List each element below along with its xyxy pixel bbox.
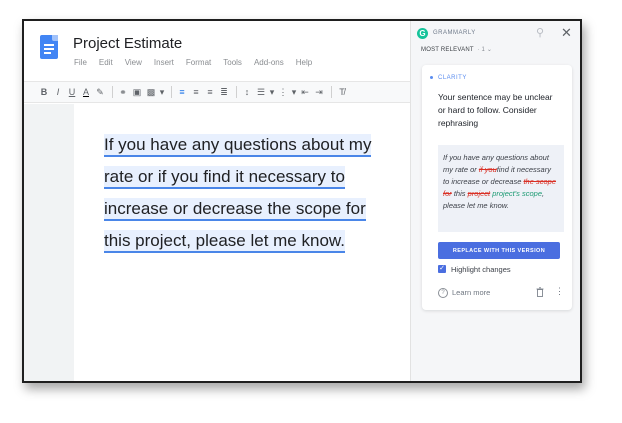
grammarly-brand: GRAMMARLY bbox=[433, 30, 476, 36]
menu-edit[interactable]: Edit bbox=[99, 58, 113, 67]
sort-dropdown[interactable]: MOST RELEVANT · 1 ⌄ bbox=[421, 46, 492, 53]
align-right-icon[interactable]: ≡ bbox=[204, 85, 216, 99]
body-line[interactable]: If you have any questions about my bbox=[104, 134, 372, 157]
image-icon[interactable]: ▩ bbox=[145, 85, 157, 99]
menu-file[interactable]: File bbox=[74, 58, 87, 67]
bullets-icon[interactable]: ⋮ bbox=[277, 85, 289, 99]
toolbar-divider bbox=[171, 86, 172, 98]
menu-insert[interactable]: Insert bbox=[154, 58, 174, 67]
toolbar-divider bbox=[331, 86, 332, 98]
deleted-text: if you bbox=[478, 165, 497, 174]
highlighter-icon[interactable]: ✎ bbox=[94, 85, 106, 99]
highlight-changes-checkbox[interactable]: ✓ bbox=[438, 265, 446, 273]
grammarly-panel: G GRAMMARLY ⚲ ✕ MOST RELEVANT · 1 ⌄ CLAR… bbox=[411, 21, 580, 381]
highlight-changes-label[interactable]: Highlight changes bbox=[451, 265, 511, 274]
toolbar-divider bbox=[236, 86, 237, 98]
text-color-button[interactable]: A bbox=[80, 85, 92, 99]
comment-icon[interactable]: ▣ bbox=[131, 85, 143, 99]
card-footer: ? Learn more ⋮ bbox=[438, 287, 564, 301]
justify-icon[interactable]: ≣ bbox=[218, 85, 230, 99]
document-left-margin bbox=[24, 104, 74, 381]
menu-format[interactable]: Format bbox=[186, 58, 211, 67]
grammarly-logo-icon: G bbox=[417, 28, 428, 39]
align-center-icon[interactable]: ≡ bbox=[190, 85, 202, 99]
help-icon[interactable]: ? bbox=[438, 288, 448, 298]
toolbar-divider bbox=[112, 86, 113, 98]
clear-formatting-icon[interactable]: T̸ bbox=[336, 85, 348, 99]
inserted-text: project's scope bbox=[492, 189, 543, 198]
indent-increase-icon[interactable]: ⇥ bbox=[313, 85, 325, 99]
formatting-toolbar: B I U A ✎ ⚭ ▣ ▩ ▾ ≡ ≡ ≡ ≣ ↕ ☰ ▾ ⋮ ▾ ⇤ ⇥ … bbox=[24, 81, 410, 103]
menu-add-ons[interactable]: Add-ons bbox=[254, 58, 284, 67]
line-spacing-icon[interactable]: ↕ bbox=[241, 85, 253, 99]
app-window: Project Estimate File Edit View Insert F… bbox=[22, 19, 582, 383]
suggested-rewrite: If you have any questions about my rate … bbox=[438, 145, 564, 232]
body-line[interactable]: rate or if you find it necessary to bbox=[104, 166, 345, 189]
link-icon[interactable]: ⚭ bbox=[117, 85, 129, 99]
body-line[interactable]: this project, please let me know. bbox=[104, 230, 345, 253]
sort-count: 1 bbox=[481, 47, 485, 53]
more-options-icon[interactable]: ⋮ bbox=[555, 287, 564, 296]
trash-icon[interactable] bbox=[536, 287, 544, 297]
replace-with-version-button[interactable]: REPLACE WITH THIS VERSION bbox=[438, 242, 560, 259]
image-dropdown-icon[interactable]: ▾ bbox=[159, 85, 165, 99]
suggestion-message: Your sentence may be unclear or hard to … bbox=[438, 92, 553, 128]
bold-button[interactable]: B bbox=[38, 85, 50, 99]
checklist-icon[interactable]: ☰ bbox=[255, 85, 267, 99]
close-icon[interactable]: ✕ bbox=[561, 25, 572, 41]
body-line[interactable]: increase or decrease the scope for bbox=[104, 198, 366, 221]
align-left-icon[interactable]: ≡ bbox=[176, 85, 188, 99]
suggestion-card[interactable]: CLARITY Your sentence may be unclear or … bbox=[422, 65, 572, 310]
google-docs-logo-icon[interactable] bbox=[40, 35, 58, 59]
category-dot-icon bbox=[430, 75, 433, 79]
menu-bar: File Edit View Insert Format Tools Add-o… bbox=[74, 58, 312, 67]
bullets-dropdown-icon[interactable]: ▾ bbox=[291, 85, 297, 99]
learn-more-link[interactable]: Learn more bbox=[452, 288, 490, 297]
chevron-down-icon: ⌄ bbox=[486, 47, 493, 53]
underline-button[interactable]: U bbox=[66, 85, 78, 99]
document-title[interactable]: Project Estimate bbox=[73, 35, 182, 52]
indent-decrease-icon[interactable]: ⇤ bbox=[299, 85, 311, 99]
italic-button[interactable]: I bbox=[52, 85, 64, 99]
deleted-text: project bbox=[467, 189, 491, 198]
category-label: CLARITY bbox=[430, 75, 467, 81]
menu-tools[interactable]: Tools bbox=[223, 58, 242, 67]
menu-view[interactable]: View bbox=[125, 58, 142, 67]
sort-label: MOST RELEVANT bbox=[421, 47, 474, 53]
checklist-dropdown-icon[interactable]: ▾ bbox=[269, 85, 275, 99]
pin-icon[interactable]: ⚲ bbox=[536, 26, 544, 39]
document-body[interactable]: If you have any questions about my rate … bbox=[104, 129, 404, 257]
menu-help[interactable]: Help bbox=[296, 58, 312, 67]
